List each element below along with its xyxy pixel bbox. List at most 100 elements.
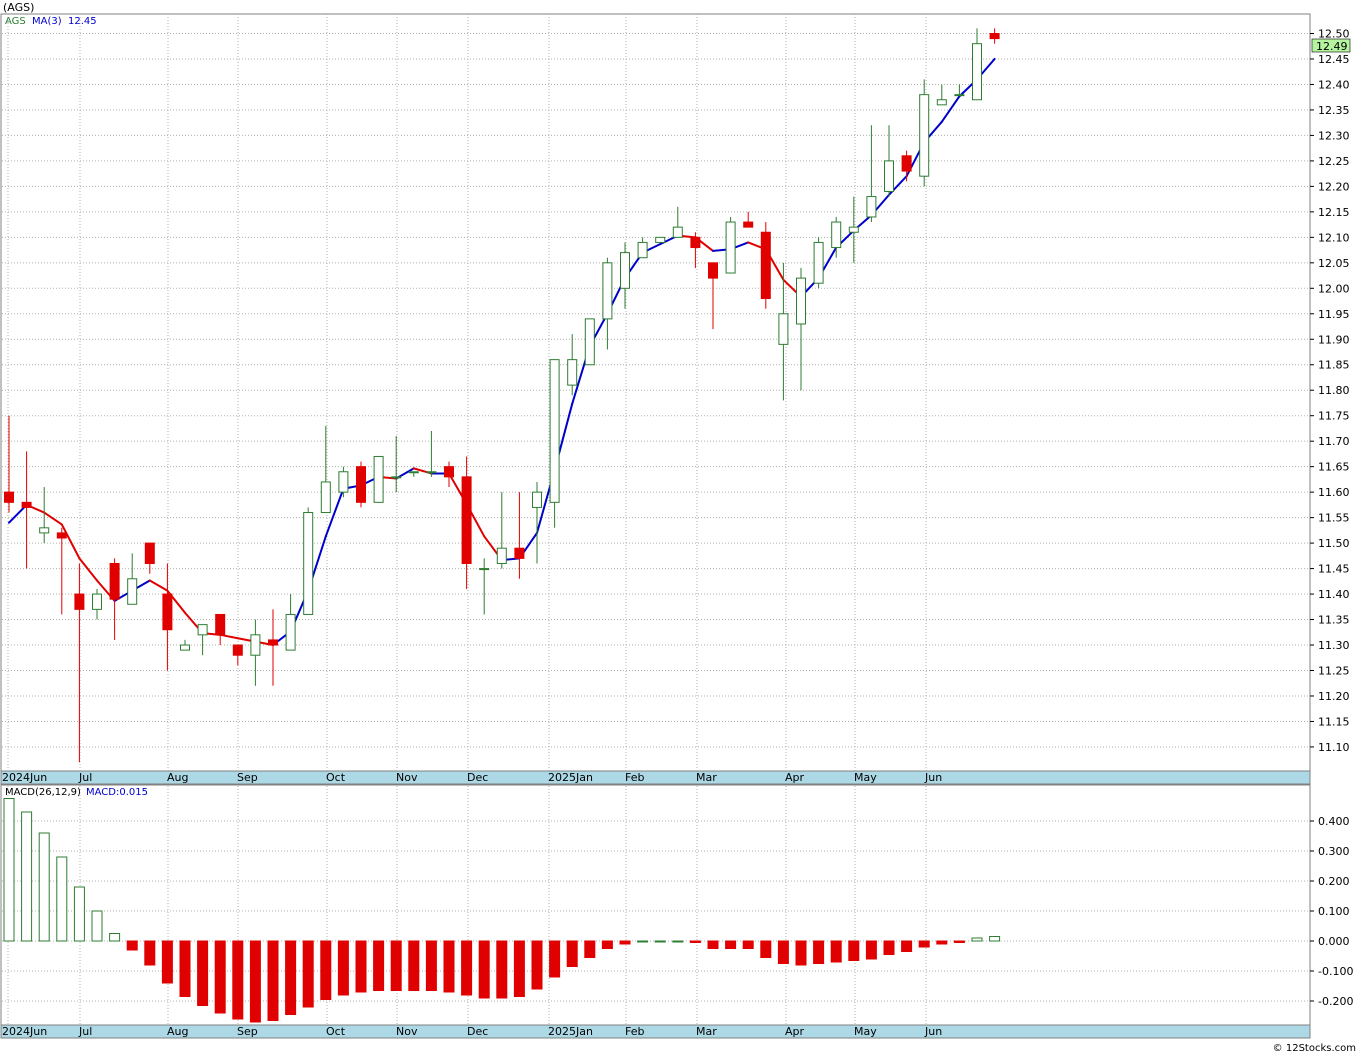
x-tick-label: Mar <box>696 771 717 784</box>
candle-body <box>479 568 490 571</box>
candle-body <box>461 476 472 564</box>
price-tick-label: 12.10 <box>1318 231 1350 244</box>
candle <box>725 216 736 274</box>
macd-bar <box>549 940 561 978</box>
macd-y-axis: 0.400 0.300 0.200 0.100 0.000 -0.100 -0.200 <box>1310 815 1353 1008</box>
legend-symbol: AGS <box>5 16 26 27</box>
macd-bar <box>91 910 103 942</box>
candle <box>655 236 666 243</box>
price-tick-label: 11.60 <box>1318 486 1350 499</box>
candle <box>760 222 771 309</box>
candle-body <box>408 471 419 474</box>
macd-bar <box>760 940 772 958</box>
candle-body <box>549 359 560 503</box>
macd-bar <box>478 940 490 999</box>
candle-body <box>637 241 648 259</box>
candle-body <box>303 512 314 615</box>
candle-body <box>4 491 14 503</box>
candle-body <box>796 277 806 325</box>
macd-bar <box>901 940 913 952</box>
macd-bar <box>953 940 965 943</box>
price-tick-label: 12.15 <box>1318 206 1350 219</box>
candle-body <box>197 624 208 636</box>
x-tick-label: 2025Jan <box>548 771 593 784</box>
price-tick-label: 11.35 <box>1318 614 1350 627</box>
macd-bar <box>883 940 895 955</box>
price-tick-label: 11.90 <box>1318 333 1350 346</box>
candle-body <box>320 481 331 514</box>
candle-body <box>338 471 349 493</box>
candle-body <box>690 236 701 249</box>
legend-ma-label: MA(3) <box>32 16 62 27</box>
candle-body <box>232 644 243 656</box>
candle <box>549 359 560 528</box>
x-tick-label: Jun <box>924 771 942 784</box>
candle-body <box>514 547 525 559</box>
x-tick-label: Jul <box>78 771 92 784</box>
price-tick-label: 11.40 <box>1318 588 1350 601</box>
candle <box>919 79 930 187</box>
candle <box>356 461 366 508</box>
macd-bar <box>73 886 85 942</box>
candle-body <box>144 542 155 564</box>
macd-bar <box>109 933 121 942</box>
macd-bar <box>38 832 50 942</box>
macd-bar <box>795 940 807 966</box>
macd-bar <box>725 940 737 949</box>
macd-bar <box>249 940 261 1023</box>
macd-bar <box>390 940 402 991</box>
macd-bar <box>848 940 860 961</box>
macd-bar <box>830 940 842 963</box>
candle-body <box>74 593 85 610</box>
x-tick-label: Nov <box>396 771 418 784</box>
price-tick-label: 11.25 <box>1318 665 1350 678</box>
macd-bar <box>285 940 297 1015</box>
macd-bar <box>21 811 33 942</box>
macd-bar <box>144 940 156 966</box>
macd-tick-label: 0.400 <box>1318 815 1350 828</box>
credit-text: © 12Stocks.com <box>1273 1043 1356 1054</box>
price-tick-label: 11.50 <box>1318 537 1350 550</box>
macd-bar <box>3 798 15 942</box>
x-tick-label: 2025Jan <box>548 1025 593 1038</box>
candle-body <box>215 613 226 636</box>
macd-bar <box>267 940 279 1021</box>
price-tick-label: 11.65 <box>1318 461 1350 474</box>
x-tick-label: Feb <box>625 771 644 784</box>
x-tick-label: 2024Jun <box>2 1025 47 1038</box>
macd-bar <box>813 940 825 964</box>
macd-bar <box>566 940 578 967</box>
macd-bar <box>443 940 455 993</box>
macd-bar <box>408 940 420 991</box>
candle-body <box>831 221 842 249</box>
macd-bar <box>707 940 719 949</box>
candle-body <box>391 476 402 479</box>
candle-body <box>989 33 1000 40</box>
candle-body <box>655 236 666 243</box>
macd-bar <box>232 940 244 1020</box>
x-tick-label: Feb <box>625 1025 644 1038</box>
candle-body <box>743 221 754 228</box>
macd-bar <box>584 940 596 958</box>
x-tick-label: Apr <box>785 1025 805 1038</box>
macd-bar <box>689 940 701 943</box>
candle-body <box>285 613 296 651</box>
x-tick-label: Apr <box>785 771 805 784</box>
macd-bar <box>373 940 385 991</box>
last-price-label: 12.49 <box>1316 40 1348 53</box>
candle-body <box>180 644 190 651</box>
candle-body <box>954 94 965 97</box>
price-panel-frame <box>0 13 1311 772</box>
macd-bar <box>936 940 948 945</box>
stock-chart: (AGS) 12.50 12.45 12.40 12.35 12.30 12.25 12.2… <box>0 1 1356 1054</box>
candle-body <box>760 231 771 299</box>
price-tick-label: 11.15 <box>1318 715 1350 728</box>
candle-body <box>813 241 824 284</box>
macd-tick-label: 0.000 <box>1318 935 1350 948</box>
price-tick-label: 11.45 <box>1318 563 1350 576</box>
macd-bar <box>337 940 349 996</box>
macd-bar <box>971 937 983 942</box>
candle-body <box>109 562 120 600</box>
candle-body <box>848 226 859 233</box>
candle <box>303 507 314 615</box>
